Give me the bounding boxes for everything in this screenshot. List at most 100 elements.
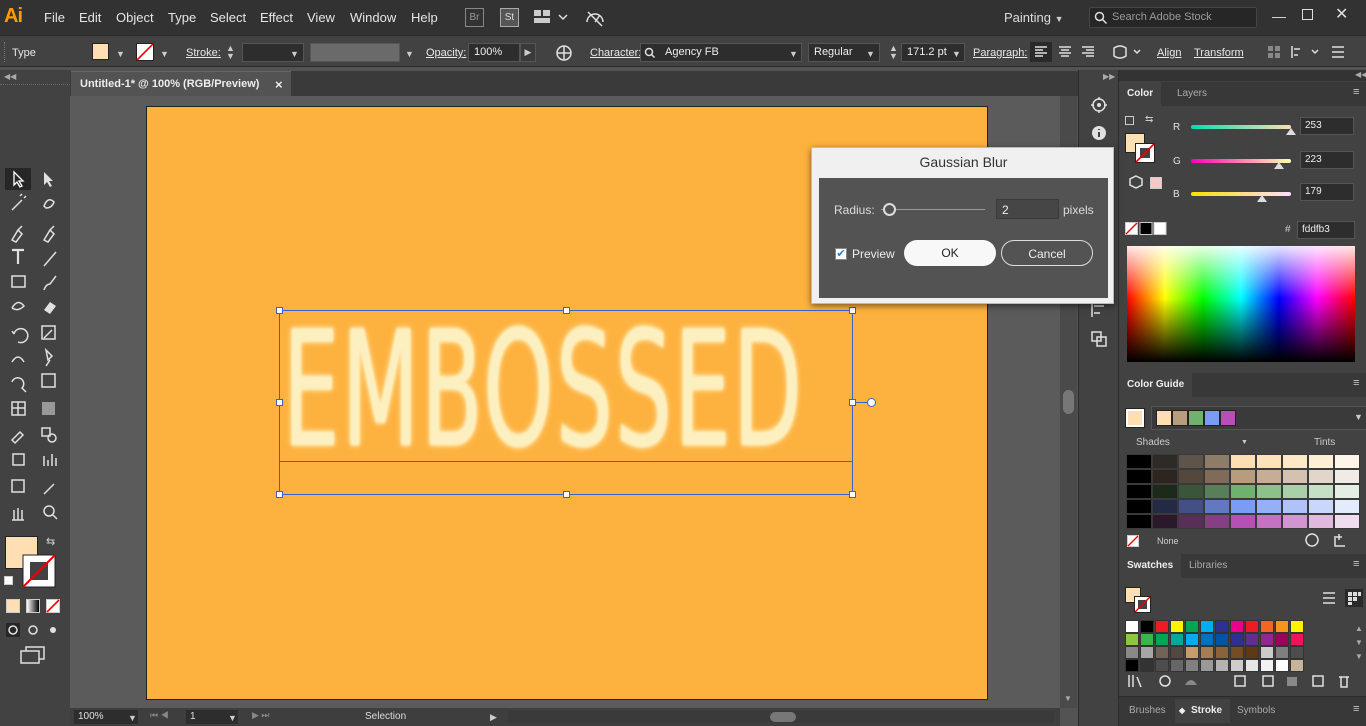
swatch-chip[interactable] [1125,620,1139,633]
swatch-chip[interactable] [1260,633,1274,646]
swatch-chip[interactable] [1260,659,1274,672]
guide-swatch[interactable] [1152,499,1178,514]
swatch-chip[interactable] [1230,633,1244,646]
guide-swatch[interactable] [1282,454,1308,469]
resize-handle[interactable] [849,399,856,406]
guide-swatch[interactable] [1282,484,1308,499]
resize-handle[interactable] [563,491,570,498]
swatch-chip[interactable] [1170,620,1184,633]
swatch-chip[interactable] [1140,633,1154,646]
swatch-chip[interactable] [1185,646,1199,659]
collapse-toolbar-icon[interactable]: ◀◀ [4,72,16,81]
status-menu-arrow[interactable]: ▶ [490,712,497,723]
gpu-performance-icon[interactable] [584,8,606,28]
b-slider[interactable] [1191,192,1291,196]
guide-swatch[interactable] [1126,469,1152,484]
guide-swatch[interactable] [1204,499,1230,514]
menu-select[interactable]: Select [210,10,246,25]
harmony-chip[interactable] [1188,410,1204,426]
chevron-down-icon[interactable]: ▼ [290,49,299,59]
default-colors-icon[interactable] [1125,116,1134,125]
resize-handle[interactable] [849,491,856,498]
swatch-chip[interactable] [1140,659,1154,672]
scroll-thumb[interactable] [770,712,796,722]
align-panel-icon[interactable] [1090,302,1108,318]
arrange-icons[interactable] [1266,44,1361,60]
swatch-chip[interactable] [1185,659,1199,672]
arrange-documents-icon[interactable] [533,9,569,25]
resize-handle[interactable] [563,307,570,314]
guide-swatch[interactable] [1126,499,1152,514]
fill-swatch[interactable] [92,43,109,60]
swatch-chip[interactable] [1155,659,1169,672]
horizontal-scrollbar[interactable] [508,711,1054,723]
tab-brushes[interactable]: Brushes [1121,699,1174,723]
menu-help[interactable]: Help [411,10,438,25]
tab-libraries[interactable]: Libraries [1181,554,1235,578]
swatch-actions-icons[interactable] [1127,673,1353,689]
harmony-chip[interactable] [1172,410,1188,426]
guide-swatch[interactable] [1282,514,1308,529]
swatch-chip[interactable] [1215,659,1229,672]
swatch-chip[interactable] [1290,620,1304,633]
guide-swatch[interactable] [1256,469,1282,484]
swatch-chip[interactable] [1125,659,1139,672]
menu-type[interactable]: Type [168,10,196,25]
guide-swatch[interactable] [1126,454,1152,469]
swap-icon[interactable]: ⇆ [1145,114,1153,125]
swatch-chip[interactable] [1260,646,1274,659]
swatch-chip[interactable] [1125,646,1139,659]
guide-actions-icons[interactable] [1305,532,1355,548]
chevron-down-icon[interactable]: ▼ [405,49,414,59]
chevron-down-icon[interactable]: ▼ [789,49,798,59]
guide-swatch[interactable] [1334,514,1360,529]
swatch-chip[interactable] [1290,646,1304,659]
b-value-field[interactable]: 179 [1300,183,1354,201]
swatch-chip[interactable] [1245,633,1259,646]
radius-value-field[interactable]: 2 [996,199,1059,219]
guide-swatch[interactable] [1178,514,1204,529]
preview-checkbox[interactable]: ✔ [835,248,847,260]
swap-fill-stroke-icon[interactable]: ⇆ [46,535,55,548]
none-mode-button[interactable] [46,599,60,613]
swatch-chip[interactable] [1200,633,1214,646]
chevron-down-icon[interactable]: ▼ [866,49,875,59]
swatch-chip[interactable] [1275,620,1289,633]
character-label[interactable]: Character: [590,47,641,59]
none-black-white-chips[interactable] [1125,222,1167,236]
bridge-icon[interactable]: Br [465,8,484,27]
radius-slider[interactable] [881,209,985,210]
swatch-chip[interactable] [1260,620,1274,633]
swatch-scroll[interactable]: ▲ ▼ ▼ [1355,622,1363,664]
document-tab[interactable]: Untitled-1* @ 100% (RGB/Preview) × [71,71,291,96]
chevron-down-icon[interactable]: ▼ [160,49,169,59]
chevron-down-icon[interactable]: ▼ [1241,439,1248,446]
close-tab-button[interactable]: × [275,77,283,92]
paragraph-align-buttons[interactable] [1030,42,1102,62]
swatch-chip[interactable] [1290,633,1304,646]
panel-menu-icon[interactable]: ≡ [1353,86,1359,98]
none-chip[interactable] [1127,535,1139,547]
swatch-chip[interactable] [1155,633,1169,646]
variable-width-profile[interactable] [310,43,400,62]
close-window-button[interactable]: ✕ [1335,4,1348,24]
color-mode-button[interactable] [6,599,20,613]
swatch-chip[interactable] [1230,620,1244,633]
panel-menu-icon[interactable]: ≡ [1353,558,1359,570]
out-of-gamut-icon[interactable] [1129,175,1143,189]
stock-icon[interactable]: St [500,8,519,27]
swatch-stroke-box[interactable] [1134,596,1151,613]
cancel-button[interactable]: Cancel [1001,240,1093,266]
r-value-field[interactable]: 253 [1300,117,1354,135]
paragraph-label[interactable]: Paragraph: [973,47,1027,59]
menu-file[interactable]: File [44,10,65,25]
swatch-chip[interactable] [1245,620,1259,633]
panel-menu-icon[interactable]: ≡ [1353,377,1359,389]
stroke-color-box[interactable] [22,554,56,588]
transform-panel-icon[interactable] [1090,330,1108,348]
tab-swatches[interactable]: Swatches [1119,554,1182,578]
recolor-artwork-icon[interactable] [555,44,573,62]
swatch-chip[interactable] [1200,646,1214,659]
swatch-chip[interactable] [1185,620,1199,633]
ok-button[interactable]: OK [904,240,996,266]
